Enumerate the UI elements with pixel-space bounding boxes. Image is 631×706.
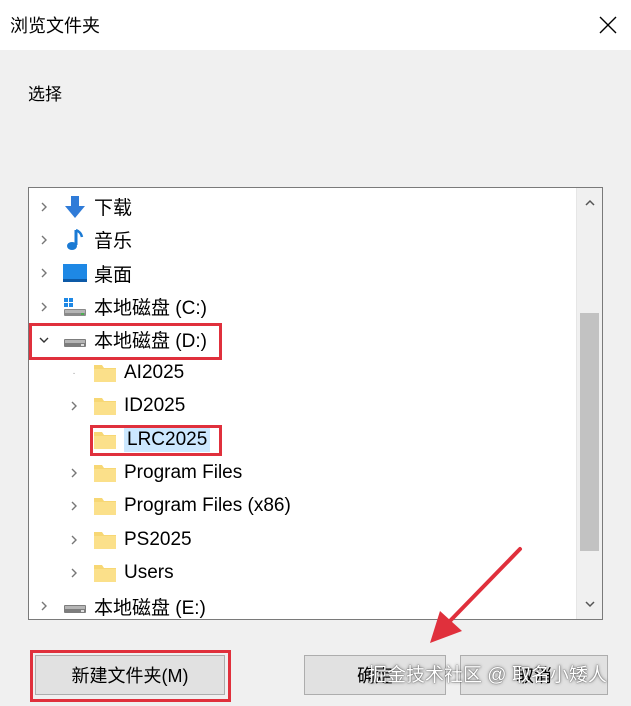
chevron-right-icon[interactable]: [64, 396, 84, 416]
tree-item-folder-program-files[interactable]: Program Files: [29, 456, 575, 489]
close-button[interactable]: [585, 0, 631, 50]
browse-folder-dialog: 浏览文件夹 选择 下载 音乐 桌面 本地磁盘 (C:) 本地磁盘 (D:) · …: [0, 0, 631, 706]
folder-icon: [92, 427, 118, 453]
folder-icon: [92, 360, 118, 386]
chevron-right-icon[interactable]: [34, 297, 54, 317]
folder-icon: [92, 493, 118, 519]
tree-item-folder-ps2025[interactable]: PS2025: [29, 523, 575, 556]
chevron-up-icon: [585, 199, 595, 206]
chevron-right-icon[interactable]: [34, 596, 54, 616]
prompt-text: 选择: [28, 85, 62, 104]
drive-icon: [62, 327, 88, 353]
tree-item-folder-id2025[interactable]: ID2025: [29, 390, 575, 423]
tree-item-label: Users: [124, 561, 174, 583]
tree-item-label: 本地磁盘 (D:): [94, 331, 207, 353]
tree-item-drive-d[interactable]: 本地磁盘 (D:): [29, 323, 575, 356]
no-expander-space: [64, 430, 84, 450]
music-icon: [62, 227, 88, 253]
tree-item-label: ID2025: [124, 395, 186, 417]
chevron-right-icon[interactable]: [34, 230, 54, 250]
tree-item-folder-ai2025[interactable]: · AI2025: [29, 356, 575, 389]
tree-item-label: 下载: [94, 198, 133, 220]
chevron-right-icon[interactable]: [34, 263, 54, 283]
chevron-right-icon[interactable]: [64, 496, 84, 516]
scroll-down-button[interactable]: [577, 591, 602, 617]
watermark-text: 掘金技术社区 @ 取名小矮人: [368, 665, 607, 686]
no-expander-dot: ·: [72, 367, 76, 379]
tree-item-label-selected: LRC2025: [124, 427, 211, 452]
system-drive-icon: [62, 294, 88, 320]
tree-item-label: 音乐: [94, 231, 133, 253]
tree-item-downloads[interactable]: 下载: [29, 190, 575, 223]
chevron-right-icon[interactable]: [64, 530, 84, 550]
tree-item-music[interactable]: 音乐: [29, 223, 575, 256]
tree-item-folder-program-files-x86[interactable]: Program Files (x86): [29, 490, 575, 523]
drive-icon: [62, 593, 88, 619]
tree-item-label: 本地磁盘 (E:): [94, 597, 206, 619]
chevron-right-icon[interactable]: [64, 563, 84, 583]
dialog-title: 浏览文件夹: [10, 16, 100, 36]
scrollbar-thumb[interactable]: [580, 313, 599, 551]
scroll-up-button[interactable]: [577, 190, 602, 216]
folder-icon: [92, 560, 118, 586]
tree-item-drive-e[interactable]: 本地磁盘 (E:): [29, 590, 575, 619]
tree-item-label: Program Files: [124, 462, 243, 484]
folder-icon: [92, 527, 118, 553]
tree-item-label: AI2025: [124, 362, 185, 384]
tree-item-folder-lrc2025[interactable]: LRC2025: [29, 423, 575, 456]
tree-item-drive-c[interactable]: 本地磁盘 (C:): [29, 290, 575, 323]
tree-item-label: 桌面: [94, 264, 133, 286]
desktop-icon: [62, 260, 88, 286]
tree-item-desktop[interactable]: 桌面: [29, 257, 575, 290]
tree-item-label: Program Files (x86): [124, 495, 291, 517]
chevron-right-icon[interactable]: [64, 463, 84, 483]
folder-icon: [92, 393, 118, 419]
vertical-scrollbar[interactable]: [576, 188, 602, 619]
tree-item-folder-users[interactable]: Users: [29, 556, 575, 589]
chevron-down-icon: [585, 601, 595, 608]
new-folder-button[interactable]: 新建文件夹(M): [35, 655, 225, 695]
chevron-down-icon[interactable]: [34, 330, 54, 350]
close-icon: [599, 16, 617, 34]
chevron-right-icon[interactable]: [34, 197, 54, 217]
folder-tree[interactable]: 下载 音乐 桌面 本地磁盘 (C:) 本地磁盘 (D:) · AI2025 ID…: [28, 187, 603, 620]
tree-item-label: 本地磁盘 (C:): [94, 298, 207, 320]
title-bar: 浏览文件夹: [0, 0, 631, 50]
folder-icon: [92, 460, 118, 486]
tree-item-label: PS2025: [124, 528, 192, 550]
download-icon: [62, 194, 88, 220]
